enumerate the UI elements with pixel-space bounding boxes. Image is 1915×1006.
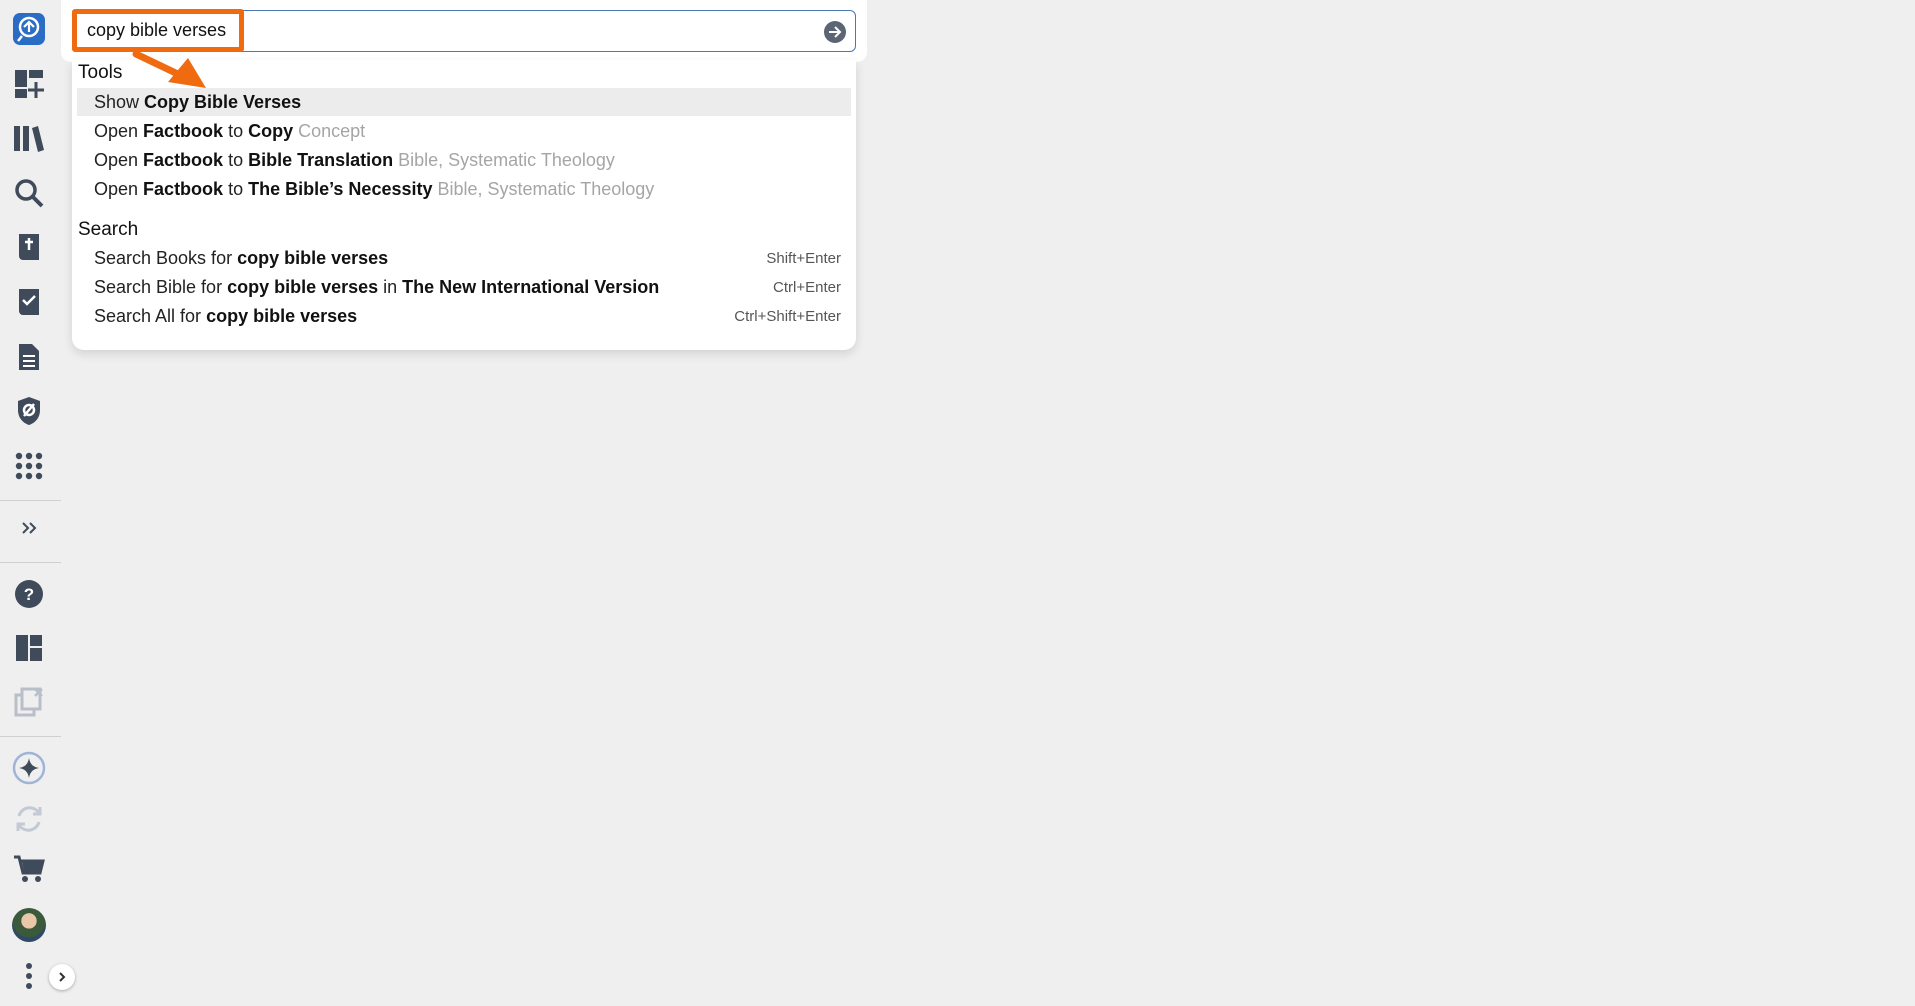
arrow-right-icon <box>829 26 842 38</box>
annotation-arrow-icon <box>132 50 206 88</box>
chevron-right-icon <box>59 972 66 982</box>
help-icon[interactable]: ? <box>8 573 50 615</box>
suggestion-show-copy-bible-verses[interactable]: Show Copy Bible Verses <box>77 88 851 116</box>
search-query: copy bible verses <box>87 20 227 40</box>
shortcut-label: Shift+Enter <box>766 249 841 267</box>
shortcut-label: Ctrl+Shift+Enter <box>734 307 841 325</box>
suggestion-search-all[interactable]: Search All for copy bible verses Ctrl+Sh… <box>77 302 851 330</box>
svg-text:?: ? <box>24 585 34 604</box>
suggestion-search-bible[interactable]: Search Bible for copy bible verses in Th… <box>77 273 851 301</box>
sidebar-divider <box>0 562 61 563</box>
sync-icon[interactable] <box>8 798 50 840</box>
suggestion-factbook-bibles-necessity[interactable]: Open Factbook to The Bible’s Necessity Bi… <box>77 175 851 203</box>
expand-icon[interactable] <box>8 507 50 549</box>
library-icon[interactable] <box>8 117 50 159</box>
shortcut-label: Ctrl+Enter <box>773 278 841 296</box>
sidebar-divider <box>0 500 61 501</box>
document-icon[interactable] <box>8 336 50 378</box>
search-icon[interactable] <box>8 172 50 214</box>
section-heading-search: Search <box>78 219 139 240</box>
suggestion-search-books[interactable]: Search Books for copy bible verses Shift… <box>77 244 851 272</box>
sidebar-collapse-button[interactable] <box>49 964 75 990</box>
ai-sparkle-icon[interactable] <box>8 747 50 789</box>
search-input[interactable]: copy bible verses <box>72 10 856 52</box>
suggestion-factbook-bible-translation[interactable]: Open Factbook to Bible Translation Bible,… <box>77 146 851 174</box>
logos-logo-icon[interactable] <box>8 8 50 50</box>
section-heading-tools: Tools <box>78 62 123 83</box>
search-go-button[interactable] <box>824 21 846 43</box>
apps-grid-icon[interactable] <box>8 445 50 487</box>
sidebar: ? <box>0 0 75 1006</box>
sidebar-divider <box>0 736 61 737</box>
cart-icon[interactable] <box>8 848 50 890</box>
suggestion-factbook-copy[interactable]: Open Factbook to Copy Concept <box>77 117 851 145</box>
more-icon[interactable] <box>8 955 50 997</box>
checklist-icon[interactable] <box>8 281 50 323</box>
layouts-icon[interactable] <box>8 627 50 669</box>
avatar[interactable] <box>12 908 46 942</box>
bible-icon[interactable] <box>8 226 50 268</box>
close-panels-icon[interactable] <box>8 681 50 723</box>
shield-icon[interactable] <box>8 390 50 432</box>
search-suggestions-dropdown: Tools Show Copy Bible Verses Open Factbo… <box>72 60 856 350</box>
add-layout-icon[interactable] <box>8 63 50 105</box>
